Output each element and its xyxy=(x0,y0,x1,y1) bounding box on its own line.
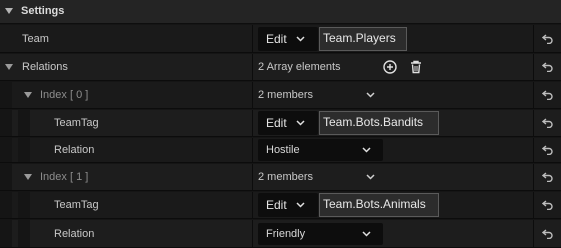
team-tag-value[interactable]: Team.Players xyxy=(319,26,407,51)
reset-to-default-icon[interactable] xyxy=(534,54,561,80)
index-0-label: Index [ 0 ] xyxy=(40,89,89,101)
teamtag-edit-button[interactable]: Edit xyxy=(258,111,318,135)
index-1-members-dropdown[interactable]: 2 members xyxy=(254,167,379,187)
chevron-down-icon xyxy=(296,202,305,208)
settings-section-header[interactable]: Settings xyxy=(0,0,561,24)
reset-to-default-icon[interactable] xyxy=(534,220,561,247)
chevron-down-icon xyxy=(296,35,305,42)
collapse-arrow-icon[interactable] xyxy=(5,8,13,14)
teamtag-label: TeamTag xyxy=(54,117,99,129)
relations-collapse-icon[interactable] xyxy=(5,64,13,70)
index-1-collapse-icon[interactable] xyxy=(24,174,32,180)
chevron-down-icon xyxy=(366,92,375,98)
index-1-label: Index [ 1 ] xyxy=(40,171,89,183)
reset-to-default-icon[interactable] xyxy=(534,164,561,190)
reset-to-default-icon[interactable] xyxy=(534,110,561,136)
teamtag-edit-button[interactable]: Edit xyxy=(258,193,318,217)
index-0-relation-row: Relation Hostile xyxy=(0,138,561,163)
teamtag-value[interactable]: Team.Bots.Animals xyxy=(319,193,439,217)
index-1-teamtag-row: TeamTag Edit Team.Bots.Animals xyxy=(0,192,561,219)
trash-icon[interactable] xyxy=(410,60,422,74)
team-row: Team Edit Team.Players xyxy=(0,25,561,53)
index-1-row: Index [ 1 ] 2 members xyxy=(0,164,561,191)
index-0-members-dropdown[interactable]: 2 members xyxy=(254,85,379,105)
relation-label: Relation xyxy=(54,144,95,156)
chevron-down-icon xyxy=(366,174,375,180)
relations-label: Relations xyxy=(22,61,68,73)
index-0-teamtag-row: TeamTag Edit Team.Bots.Bandits xyxy=(0,110,561,137)
relations-row: Relations 2 Array elements xyxy=(0,54,561,81)
team-label: Team xyxy=(22,32,49,45)
chevron-down-icon xyxy=(362,147,371,153)
chevron-down-icon xyxy=(362,230,371,237)
chevron-down-icon xyxy=(296,120,305,126)
index-1-relation-row: Relation Friendly xyxy=(0,220,561,248)
relation-label: Relation xyxy=(54,227,95,240)
reset-to-default-icon[interactable] xyxy=(534,82,561,108)
reset-to-default-icon[interactable] xyxy=(534,192,561,218)
teamtag-label: TeamTag xyxy=(54,199,99,211)
team-edit-button[interactable]: Edit xyxy=(258,26,318,51)
section-title: Settings xyxy=(21,5,65,17)
reset-to-default-icon[interactable] xyxy=(534,138,561,162)
teamtag-value[interactable]: Team.Bots.Bandits xyxy=(319,111,439,135)
relation-dropdown[interactable]: Friendly xyxy=(258,222,383,245)
array-count: 2 Array elements xyxy=(258,61,341,73)
index-0-collapse-icon[interactable] xyxy=(24,92,32,98)
index-0-row: Index [ 0 ] 2 members xyxy=(0,82,561,109)
relation-dropdown[interactable]: Hostile xyxy=(258,139,383,161)
reset-to-default-icon[interactable] xyxy=(534,25,561,52)
plus-circle-icon[interactable] xyxy=(383,60,397,74)
